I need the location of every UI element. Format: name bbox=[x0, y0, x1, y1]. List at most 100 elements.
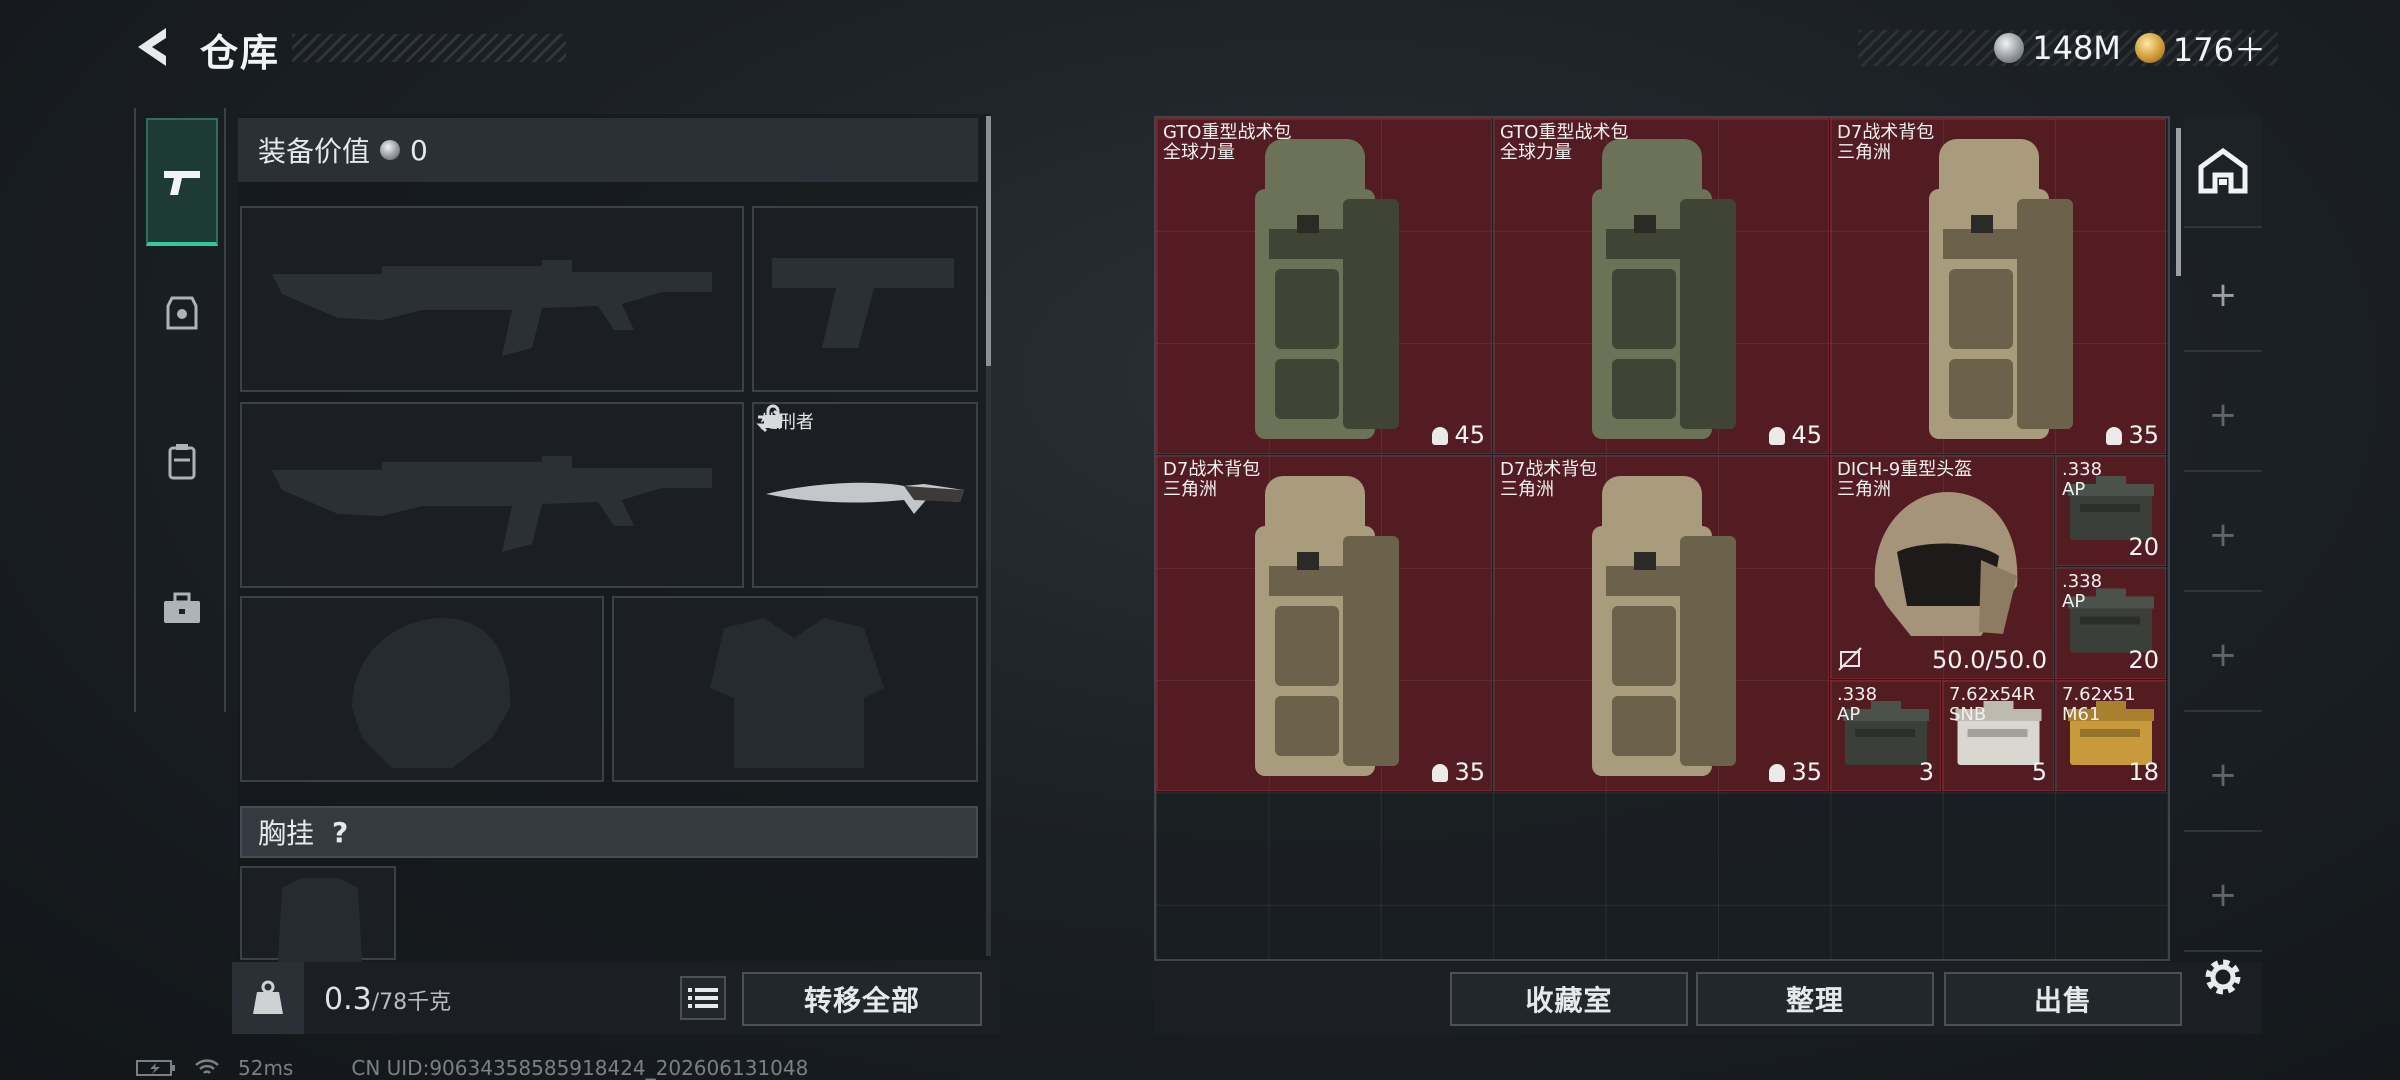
stash-tab-add-1[interactable]: + bbox=[2184, 240, 2262, 352]
chest-rig-silhouette-icon bbox=[278, 878, 362, 962]
item-count: 5 bbox=[2032, 758, 2047, 786]
stash-item-backpack-tan[interactable]: D7战术背包 三角洲 35 bbox=[1830, 118, 2166, 454]
settings-button[interactable] bbox=[2200, 954, 2246, 1004]
currency-gold[interactable]: 176＋ bbox=[2134, 25, 2266, 71]
item-count-value: 35 bbox=[2128, 421, 2159, 449]
sell-button[interactable]: 出售 bbox=[1944, 972, 2182, 1026]
item-count: 35 bbox=[2106, 421, 2159, 449]
tab-armor[interactable] bbox=[146, 250, 218, 378]
gear-icon bbox=[2205, 959, 2241, 995]
capacity-icon bbox=[2106, 427, 2123, 445]
capacity-icon bbox=[1432, 764, 1449, 782]
item-count: 35 bbox=[1769, 758, 1822, 786]
weight-current: 0.3 bbox=[324, 982, 372, 1017]
item-count: 45 bbox=[1769, 421, 1822, 449]
item-count: 3 bbox=[1919, 758, 1934, 786]
stash-item-backpack-green[interactable]: GTO重型战术包 全球力量 45 bbox=[1493, 118, 1829, 454]
item-name: .338 AP bbox=[2062, 571, 2103, 612]
pistol-icon bbox=[164, 171, 200, 195]
secondary-weapon-slot[interactable] bbox=[752, 206, 978, 392]
tab-backpack[interactable] bbox=[146, 398, 218, 526]
melee-slot[interactable]: 处刑者 bbox=[752, 402, 978, 588]
stash-item-ammo-box[interactable]: .338 AP 3 bbox=[1830, 680, 1941, 791]
armor-silhouette-icon bbox=[710, 618, 884, 768]
help-icon[interactable]: ? bbox=[332, 816, 348, 849]
silver-amount: 148M bbox=[2032, 29, 2121, 67]
collection-room-button[interactable]: 收藏室 bbox=[1450, 972, 1688, 1026]
equipment-value-bar: 装备价值 0 bbox=[238, 118, 978, 182]
item-count-value: 20 bbox=[2128, 533, 2159, 561]
stash-item-ammo-box[interactable]: .338 AP 20 bbox=[2055, 455, 2166, 566]
battery-icon bbox=[136, 1060, 175, 1076]
stash-tab-add-4[interactable]: + bbox=[2184, 600, 2262, 712]
stash-item-ammo-box[interactable]: .338 AP 20 bbox=[2055, 567, 2166, 679]
backpack-icon bbox=[168, 444, 196, 480]
gold-coin-icon bbox=[2134, 33, 2165, 63]
armor-icon bbox=[166, 296, 198, 330]
item-count: 20 bbox=[2128, 646, 2159, 674]
stash-item-backpack-tan[interactable]: D7战术背包 三角洲 35 bbox=[1493, 455, 1829, 791]
item-count: 45 bbox=[1432, 421, 1485, 449]
item-count-value: 35 bbox=[1454, 758, 1485, 786]
uid: CN UID:90634358585918424_202606131048 bbox=[351, 1056, 809, 1080]
item-durability: 50.0/50.0 bbox=[1932, 646, 2047, 674]
helmet-slot[interactable] bbox=[240, 596, 604, 782]
list-icon bbox=[688, 988, 718, 1008]
item-count: 35 bbox=[1432, 758, 1485, 786]
item-name: GTO重型战术包 全球力量 bbox=[1500, 122, 1629, 163]
list-view-button[interactable] bbox=[680, 976, 726, 1020]
stash-tab-add-5[interactable]: + bbox=[2184, 720, 2262, 832]
item-count-value: 50.0/50.0 bbox=[1932, 646, 2047, 674]
tab-toolbox[interactable] bbox=[146, 544, 218, 672]
body-armor-slot[interactable] bbox=[612, 596, 978, 782]
wifi-icon bbox=[195, 1059, 219, 1074]
page-title: 仓库 bbox=[200, 31, 281, 75]
stash-tab-add-2[interactable]: + bbox=[2184, 360, 2262, 472]
stash-tab-add-6[interactable]: + bbox=[2184, 840, 2262, 952]
stash-item-ammo-white[interactable]: 7.62x54R SNB 5 bbox=[1942, 680, 2054, 791]
item-name: DICH-9重型头盔 三角洲 bbox=[1837, 459, 1973, 500]
back-button[interactable] bbox=[130, 22, 180, 72]
gold-amount: 176＋ bbox=[2172, 31, 2266, 69]
item-count-value: 35 bbox=[1791, 758, 1822, 786]
item-name: 7.62x51 M61 bbox=[2062, 684, 2136, 725]
stash-tab-add-3[interactable]: + bbox=[2184, 480, 2262, 592]
stash-scrollbar-thumb[interactable] bbox=[2176, 128, 2181, 276]
chest-rig-label: 胸挂 bbox=[258, 817, 315, 850]
item-count-value: 45 bbox=[1454, 421, 1485, 449]
weight-max: /78千克 bbox=[371, 990, 452, 1015]
capacity-icon bbox=[1432, 427, 1449, 445]
left-tab-strip bbox=[134, 108, 226, 712]
stash-item-backpack-tan[interactable]: D7战术背包 三角洲 35 bbox=[1156, 455, 1492, 791]
currency-bar: 148M 176＋ bbox=[1858, 29, 2278, 69]
equipment-scrollbar-thumb[interactable] bbox=[986, 116, 991, 366]
currency-silver[interactable]: 148M bbox=[1994, 29, 2121, 67]
item-count: 18 bbox=[2128, 758, 2159, 786]
silver-coin-icon bbox=[1994, 33, 2025, 63]
stash-item-backpack-green[interactable]: GTO重型战术包 全球力量 45 bbox=[1156, 118, 1492, 454]
primary-weapon-slot-2[interactable] bbox=[240, 402, 744, 588]
item-name: .338 AP bbox=[2062, 459, 2103, 500]
stash-item-helmet[interactable]: DICH-9重型头盔 三角洲 50.0/50.0 bbox=[1830, 455, 2054, 679]
title-decoration bbox=[292, 34, 566, 62]
back-arrow-icon bbox=[138, 28, 166, 66]
stash-item-ammo-yellow[interactable]: 7.62x51 M61 18 bbox=[2055, 680, 2166, 791]
capacity-icon bbox=[1769, 764, 1786, 782]
lock-icon bbox=[764, 404, 782, 428]
chest-rig-slot[interactable] bbox=[240, 866, 396, 962]
ping: 52ms bbox=[238, 1056, 294, 1080]
item-count: 20 bbox=[2128, 533, 2159, 561]
weight-icon-box bbox=[232, 962, 304, 1034]
primary-weapon-slot[interactable] bbox=[240, 206, 744, 392]
sort-button[interactable]: 整理 bbox=[1696, 972, 1934, 1026]
tab-weapons[interactable] bbox=[146, 118, 218, 246]
item-count-value: 45 bbox=[1791, 421, 1822, 449]
pistol-silhouette-icon bbox=[772, 258, 954, 348]
silver-coin-icon bbox=[380, 140, 401, 160]
knife-icon bbox=[766, 482, 964, 514]
item-name: 7.62x54R SNB bbox=[1949, 684, 2036, 725]
transfer-all-button[interactable]: 转移全部 bbox=[742, 972, 982, 1026]
item-name: GTO重型战术包 全球力量 bbox=[1163, 122, 1292, 163]
stash-home-tab[interactable] bbox=[2184, 116, 2262, 228]
equipment-value-label: 装备价值 bbox=[258, 135, 371, 168]
